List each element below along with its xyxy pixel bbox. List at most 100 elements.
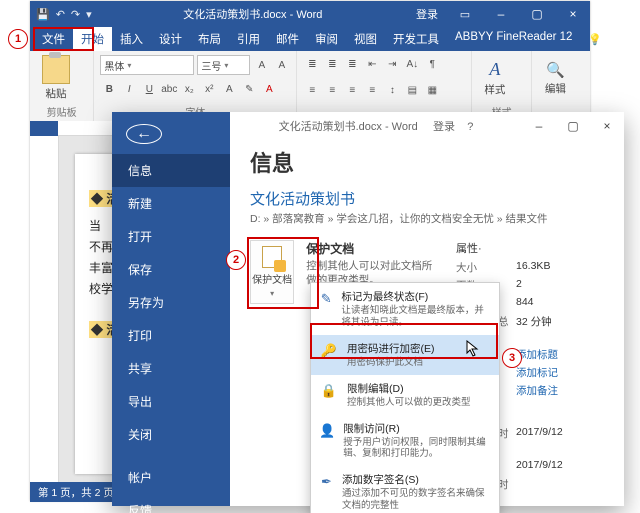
close-button[interactable]: × (556, 1, 590, 27)
bullets-icon[interactable]: ≣ (303, 55, 321, 73)
access-icon: 👤 (319, 421, 335, 441)
menu-restrict-access[interactable]: 👤 限制访问(R) 授予用户访问权限，同时限制其编辑、复制和打印能力。 (311, 415, 499, 467)
tab-mailings[interactable]: 邮件 (268, 27, 307, 51)
prop-title-val[interactable]: 添加标题 (516, 347, 606, 362)
shrink-font-icon[interactable]: A (273, 56, 290, 74)
nav-print[interactable]: 打印 (112, 319, 230, 352)
help-icon[interactable]: ? (467, 121, 473, 133)
grow-font-icon[interactable]: A (253, 56, 270, 74)
multilevel-icon[interactable]: ≣ (343, 55, 361, 73)
borders-icon[interactable]: ▦ (423, 82, 441, 100)
prop-comments-val[interactable]: 添加备注 (516, 383, 606, 398)
line-spacing-icon[interactable]: ↕ (383, 82, 401, 100)
final-icon: ✎ (319, 289, 333, 309)
prop-size-key: 大小 (456, 260, 516, 275)
maximize-button[interactable]: ▢ (520, 1, 554, 27)
nav-open[interactable]: 打开 (112, 220, 230, 253)
prop-size-val: 16.3KB (516, 260, 606, 275)
align-left-icon[interactable]: ≡ (303, 82, 321, 100)
tab-developer[interactable]: 开发工具 (385, 27, 447, 51)
nav-share[interactable]: 共享 (112, 352, 230, 385)
nav-close[interactable]: 关闭 (112, 418, 230, 451)
tab-insert[interactable]: 插入 (112, 27, 151, 51)
underline-icon[interactable]: U (140, 81, 158, 99)
menu-mark-final[interactable]: ✎ 标记为最终状态(F) 让读者知晓此文档是最终版本，并将其设为只读。 (311, 283, 499, 335)
tab-view[interactable]: 视图 (346, 27, 385, 51)
superscript-icon[interactable]: x² (200, 81, 218, 99)
backstage-min-button[interactable]: – (522, 113, 556, 139)
numbering-icon[interactable]: ≣ (323, 55, 341, 73)
tab-review[interactable]: 审阅 (307, 27, 346, 51)
backstage-title: 文化活动策划书.docx - Word (279, 121, 418, 133)
signin-link[interactable]: 登录 (408, 6, 446, 22)
ruler-vertical[interactable] (30, 136, 59, 482)
tab-layout[interactable]: 布局 (190, 27, 229, 51)
date-mod-val: 2017/9/12 (516, 426, 606, 456)
bold-icon[interactable]: B (100, 81, 118, 99)
align-justify-icon[interactable]: ≡ (363, 82, 381, 100)
undo-icon[interactable]: ↶ (56, 8, 65, 21)
tab-references[interactable]: 引用 (229, 27, 268, 51)
redo-icon[interactable]: ↷ (71, 8, 80, 21)
page-count[interactable]: 第 1 页，共 2 页 (38, 485, 114, 500)
menu-restrict-title: 限制编辑(D) (347, 381, 471, 396)
backstage-login[interactable]: 登录 (433, 121, 455, 133)
back-button[interactable]: ← (126, 124, 162, 144)
ribbon-options-icon[interactable]: ▭ (448, 1, 482, 27)
inc-indent-icon[interactable]: ⇥ (383, 55, 401, 73)
document-path[interactable]: D: » 部落窝教育 » 学会这几招，让你的文档安全无忧 » 结果文件 (250, 211, 606, 226)
italic-icon[interactable]: I (120, 81, 138, 99)
dec-indent-icon[interactable]: ⇤ (363, 55, 381, 73)
callout-3: 3 (502, 348, 522, 368)
sort-icon[interactable]: A↓ (403, 55, 421, 73)
backstage-max-button[interactable]: ▢ (556, 113, 590, 139)
menu-sign-desc: 通过添加不可见的数字签名来确保文档的完整性 (342, 488, 491, 512)
nav-info[interactable]: 信息 (112, 154, 230, 187)
editing-button[interactable]: 🔍 编辑 (538, 55, 572, 101)
menu-restrict-editing[interactable]: 🔒 限制编辑(D) 控制其他人可以做的更改类型 (311, 375, 499, 415)
menu-add-signature[interactable]: ✒ 添加数字签名(S) 通过添加不可见的数字签名来确保文档的完整性 (311, 466, 499, 513)
tab-design[interactable]: 设计 (151, 27, 190, 51)
tab-abbyy[interactable]: ABBYY FineReader 12 (447, 27, 580, 51)
qat-more-icon[interactable]: ▾ (86, 8, 92, 21)
nav-account[interactable]: 帐户 (112, 461, 230, 494)
align-center-icon[interactable]: ≡ (323, 82, 341, 100)
nav-saveas[interactable]: 另存为 (112, 286, 230, 319)
properties-heading[interactable]: 属性· (456, 240, 606, 256)
nav-export[interactable]: 导出 (112, 385, 230, 418)
showmarks-icon[interactable]: ¶ (423, 55, 441, 73)
subscript-icon[interactable]: x₂ (180, 81, 198, 99)
font-size-combo[interactable]: 三号▾ (197, 55, 250, 75)
paste-button[interactable]: 粘贴 (36, 55, 76, 101)
text-effects-icon[interactable]: A (220, 81, 238, 99)
cursor-icon (466, 340, 480, 358)
menu-restrict-desc: 控制其他人可以做的更改类型 (347, 397, 471, 409)
shading-icon[interactable]: ▤ (403, 82, 421, 100)
arrow-left-icon: ← (136, 125, 152, 143)
nav-feedback[interactable]: 反馈 (112, 494, 230, 513)
tab-file[interactable]: 文件 (34, 27, 73, 51)
font-family-combo[interactable]: 黑体▾ (100, 55, 194, 75)
key-icon: 🔑 (319, 341, 339, 361)
nav-save[interactable]: 保存 (112, 253, 230, 286)
styles-icon: A (489, 59, 500, 80)
callout-1: 1 (8, 29, 28, 49)
restrict-icon: 🔒 (319, 381, 339, 401)
styles-button[interactable]: A 样式 (478, 55, 512, 101)
font-size-value: 三号 (201, 58, 221, 73)
minimize-button[interactable]: – (484, 1, 518, 27)
tellme-input[interactable]: 告诉我 (608, 15, 619, 63)
backstage-close-button[interactable]: × (590, 113, 624, 139)
nav-new[interactable]: 新建 (112, 187, 230, 220)
styles-label: 样式 (484, 82, 505, 97)
font-color-icon[interactable]: A (260, 81, 278, 99)
paste-label: 粘贴 (46, 86, 67, 101)
menu-access-title: 限制访问(R) (343, 421, 491, 436)
tab-home[interactable]: 开始 (73, 27, 112, 51)
highlight-icon[interactable]: ✎ (240, 81, 258, 99)
align-right-icon[interactable]: ≡ (343, 82, 361, 100)
save-icon[interactable]: 💾 (36, 8, 50, 21)
prop-tags-val[interactable]: 添加标记 (516, 365, 606, 380)
strike-icon[interactable]: abc (160, 81, 178, 99)
protect-document-button[interactable]: 保护文档 ▾ (250, 240, 294, 304)
